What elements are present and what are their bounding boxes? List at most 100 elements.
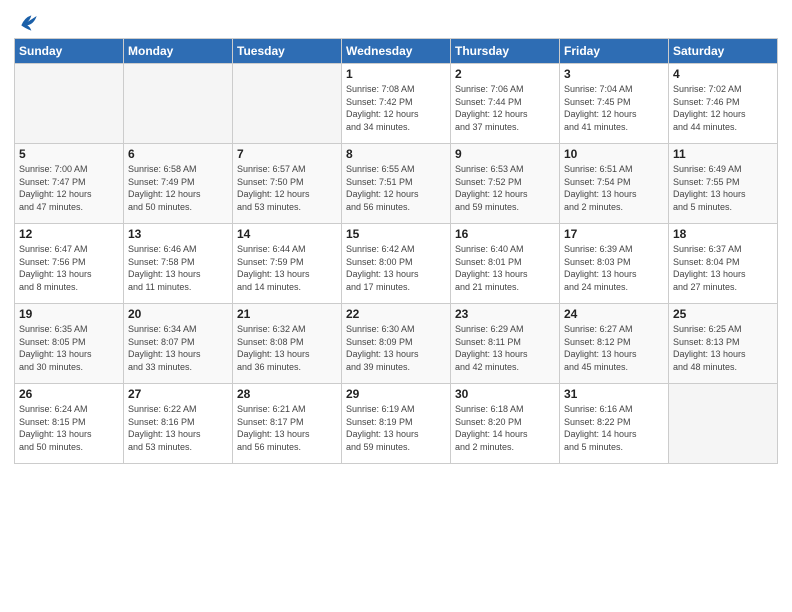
calendar-cell: 10 Sunrise: 6:51 AM Sunset: 7:54 PM Dayli…: [560, 144, 669, 224]
day-info: Sunrise: 6:51 AM Sunset: 7:54 PM Dayligh…: [564, 163, 664, 213]
calendar-cell: 3Sunrise: 7:04 AM Sunset: 7:45 PM Daylig…: [560, 64, 669, 144]
day-number: 26: [19, 387, 119, 401]
day-info: Sunrise: 6:40 AM Sunset: 8:01 PM Dayligh…: [455, 243, 555, 293]
calendar-cell: 16 Sunrise: 6:40 AM Sunset: 8:01 PM Dayli…: [451, 224, 560, 304]
calendar-week-4: 19Sunrise: 6:35 AM Sunset: 8:05 PM Dayli…: [15, 304, 778, 384]
calendar-cell: [15, 64, 124, 144]
day-info: Sunrise: 7:02 AM Sunset: 7:46 PM Dayligh…: [673, 83, 773, 133]
calendar-cell: 22Sunrise: 6:30 AM Sunset: 8:09 PM Dayli…: [342, 304, 451, 384]
calendar-cell: 13 Sunrise: 6:46 AM Sunset: 7:58 PM Dayli…: [124, 224, 233, 304]
calendar-cell: 28Sunrise: 6:21 AM Sunset: 8:17 PM Dayli…: [233, 384, 342, 464]
day-info: Sunrise: 6:25 AM Sunset: 8:13 PM Dayligh…: [673, 323, 773, 373]
calendar-week-2: 5Sunrise: 7:00 AM Sunset: 7:47 PM Daylig…: [15, 144, 778, 224]
weekday-header-row: SundayMondayTuesdayWednesdayThursdayFrid…: [15, 39, 778, 64]
calendar-week-1: 1 Sunrise: 7:08 AM Sunset: 7:42 PM Daylig…: [15, 64, 778, 144]
day-info: Sunrise: 6:55 AM Sunset: 7:51 PM Dayligh…: [346, 163, 446, 213]
day-info: Sunrise: 6:37 AM Sunset: 8:04 PM Dayligh…: [673, 243, 773, 293]
logo: [14, 14, 38, 32]
calendar-cell: 21 Sunrise: 6:32 AM Sunset: 8:08 PM Dayli…: [233, 304, 342, 384]
day-info: Sunrise: 6:58 AM Sunset: 7:49 PM Dayligh…: [128, 163, 228, 213]
calendar-cell: [233, 64, 342, 144]
calendar-cell: [124, 64, 233, 144]
calendar-cell: 8 Sunrise: 6:55 AM Sunset: 7:51 PM Daylig…: [342, 144, 451, 224]
calendar-cell: 26 Sunrise: 6:24 AM Sunset: 8:15 PM Dayli…: [15, 384, 124, 464]
day-number: 4: [673, 67, 773, 81]
calendar-cell: 19Sunrise: 6:35 AM Sunset: 8:05 PM Dayli…: [15, 304, 124, 384]
day-info: Sunrise: 7:08 AM Sunset: 7:42 PM Dayligh…: [346, 83, 446, 133]
weekday-header-wednesday: Wednesday: [342, 39, 451, 64]
weekday-header-monday: Monday: [124, 39, 233, 64]
day-info: Sunrise: 6:42 AM Sunset: 8:00 PM Dayligh…: [346, 243, 446, 293]
day-info: Sunrise: 6:49 AM Sunset: 7:55 PM Dayligh…: [673, 163, 773, 213]
calendar-cell: 7Sunrise: 6:57 AM Sunset: 7:50 PM Daylig…: [233, 144, 342, 224]
day-number: 11: [673, 147, 773, 161]
day-number: 3: [564, 67, 664, 81]
day-info: Sunrise: 6:22 AM Sunset: 8:16 PM Dayligh…: [128, 403, 228, 453]
day-number: 24: [564, 307, 664, 321]
day-number: 19: [19, 307, 119, 321]
day-number: 13: [128, 227, 228, 241]
calendar-cell: 23 Sunrise: 6:29 AM Sunset: 8:11 PM Dayli…: [451, 304, 560, 384]
day-info: Sunrise: 6:46 AM Sunset: 7:58 PM Dayligh…: [128, 243, 228, 293]
day-number: 29: [346, 387, 446, 401]
weekday-header-saturday: Saturday: [669, 39, 778, 64]
day-number: 9: [455, 147, 555, 161]
day-info: Sunrise: 6:27 AM Sunset: 8:12 PM Dayligh…: [564, 323, 664, 373]
day-info: Sunrise: 6:57 AM Sunset: 7:50 PM Dayligh…: [237, 163, 337, 213]
calendar-cell: 12 Sunrise: 6:47 AM Sunset: 7:56 PM Dayli…: [15, 224, 124, 304]
calendar-cell: 5Sunrise: 7:00 AM Sunset: 7:47 PM Daylig…: [15, 144, 124, 224]
day-info: Sunrise: 6:47 AM Sunset: 7:56 PM Dayligh…: [19, 243, 119, 293]
calendar-cell: 1 Sunrise: 7:08 AM Sunset: 7:42 PM Daylig…: [342, 64, 451, 144]
calendar-cell: 24 Sunrise: 6:27 AM Sunset: 8:12 PM Dayli…: [560, 304, 669, 384]
calendar-cell: 18 Sunrise: 6:37 AM Sunset: 8:04 PM Dayli…: [669, 224, 778, 304]
weekday-header-thursday: Thursday: [451, 39, 560, 64]
day-number: 10: [564, 147, 664, 161]
day-info: Sunrise: 7:00 AM Sunset: 7:47 PM Dayligh…: [19, 163, 119, 213]
day-number: 18: [673, 227, 773, 241]
day-number: 21: [237, 307, 337, 321]
day-info: Sunrise: 6:29 AM Sunset: 8:11 PM Dayligh…: [455, 323, 555, 373]
weekday-header-sunday: Sunday: [15, 39, 124, 64]
calendar-cell: 25 Sunrise: 6:25 AM Sunset: 8:13 PM Dayli…: [669, 304, 778, 384]
calendar-week-3: 12 Sunrise: 6:47 AM Sunset: 7:56 PM Dayli…: [15, 224, 778, 304]
day-number: 2: [455, 67, 555, 81]
calendar-cell: 15 Sunrise: 6:42 AM Sunset: 8:00 PM Dayli…: [342, 224, 451, 304]
calendar-week-5: 26 Sunrise: 6:24 AM Sunset: 8:15 PM Dayli…: [15, 384, 778, 464]
day-number: 30: [455, 387, 555, 401]
day-info: Sunrise: 6:19 AM Sunset: 8:19 PM Dayligh…: [346, 403, 446, 453]
calendar-cell: 27 Sunrise: 6:22 AM Sunset: 8:16 PM Dayli…: [124, 384, 233, 464]
day-info: Sunrise: 6:53 AM Sunset: 7:52 PM Dayligh…: [455, 163, 555, 213]
day-info: Sunrise: 6:18 AM Sunset: 8:20 PM Dayligh…: [455, 403, 555, 453]
day-info: Sunrise: 7:06 AM Sunset: 7:44 PM Dayligh…: [455, 83, 555, 133]
day-info: Sunrise: 6:34 AM Sunset: 8:07 PM Dayligh…: [128, 323, 228, 373]
calendar-cell: 31Sunrise: 6:16 AM Sunset: 8:22 PM Dayli…: [560, 384, 669, 464]
weekday-header-tuesday: Tuesday: [233, 39, 342, 64]
day-number: 16: [455, 227, 555, 241]
day-number: 14: [237, 227, 337, 241]
day-number: 28: [237, 387, 337, 401]
day-number: 20: [128, 307, 228, 321]
calendar-cell: 4 Sunrise: 7:02 AM Sunset: 7:46 PM Daylig…: [669, 64, 778, 144]
calendar-cell: 30 Sunrise: 6:18 AM Sunset: 8:20 PM Dayli…: [451, 384, 560, 464]
day-info: Sunrise: 6:44 AM Sunset: 7:59 PM Dayligh…: [237, 243, 337, 293]
header: [14, 10, 778, 32]
page: SundayMondayTuesdayWednesdayThursdayFrid…: [0, 0, 792, 612]
calendar-cell: 9 Sunrise: 6:53 AM Sunset: 7:52 PM Daylig…: [451, 144, 560, 224]
day-number: 15: [346, 227, 446, 241]
day-info: Sunrise: 6:32 AM Sunset: 8:08 PM Dayligh…: [237, 323, 337, 373]
day-number: 17: [564, 227, 664, 241]
day-info: Sunrise: 6:39 AM Sunset: 8:03 PM Dayligh…: [564, 243, 664, 293]
day-number: 12: [19, 227, 119, 241]
calendar-cell: 29 Sunrise: 6:19 AM Sunset: 8:19 PM Dayli…: [342, 384, 451, 464]
day-number: 23: [455, 307, 555, 321]
calendar-cell: 17 Sunrise: 6:39 AM Sunset: 8:03 PM Dayli…: [560, 224, 669, 304]
day-info: Sunrise: 6:30 AM Sunset: 8:09 PM Dayligh…: [346, 323, 446, 373]
day-number: 1: [346, 67, 446, 81]
calendar: SundayMondayTuesdayWednesdayThursdayFrid…: [14, 38, 778, 464]
day-info: Sunrise: 6:24 AM Sunset: 8:15 PM Dayligh…: [19, 403, 119, 453]
calendar-cell: 14 Sunrise: 6:44 AM Sunset: 7:59 PM Dayli…: [233, 224, 342, 304]
day-number: 8: [346, 147, 446, 161]
day-number: 25: [673, 307, 773, 321]
calendar-cell: 20 Sunrise: 6:34 AM Sunset: 8:07 PM Dayli…: [124, 304, 233, 384]
day-number: 27: [128, 387, 228, 401]
